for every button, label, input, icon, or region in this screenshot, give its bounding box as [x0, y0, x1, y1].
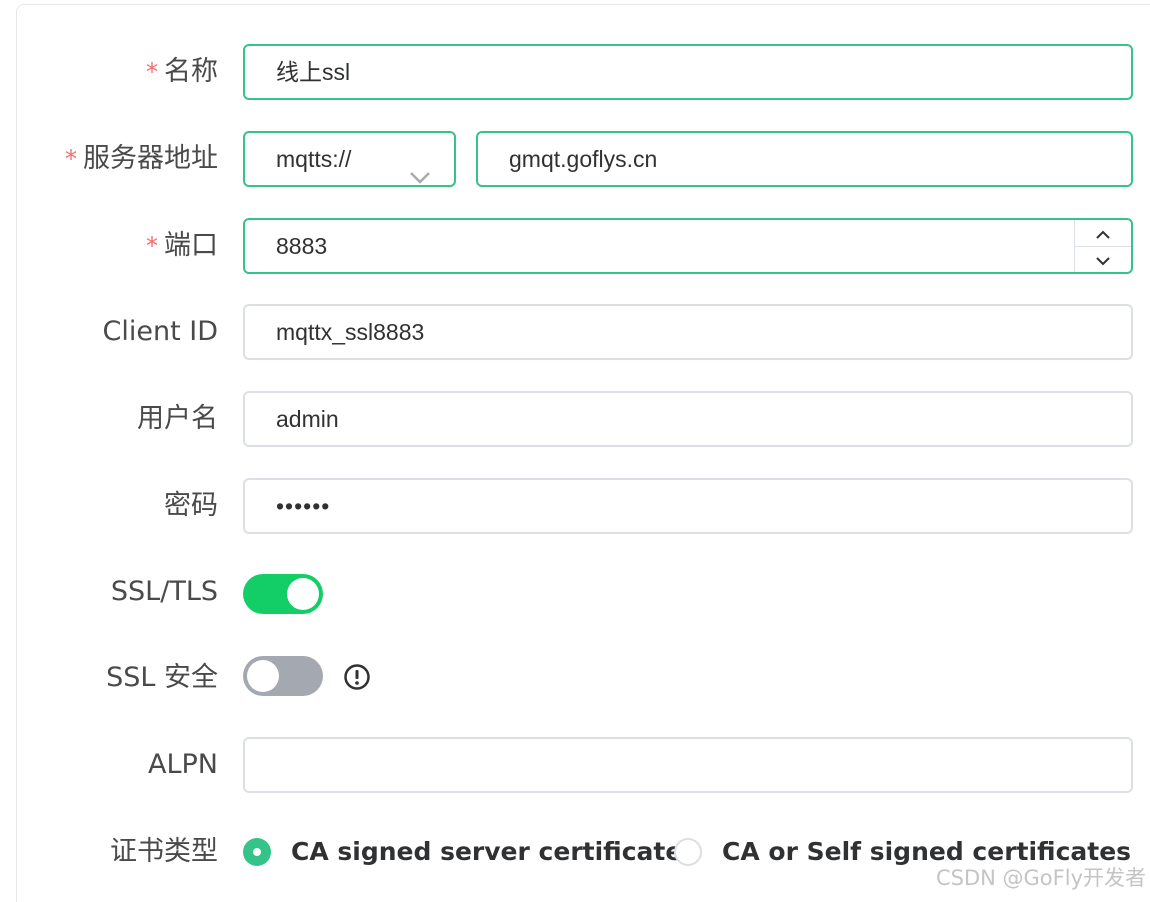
username-row: 用户名 admin: [0, 391, 1150, 447]
toggle-knob: [287, 578, 319, 610]
password-input[interactable]: ••••••: [243, 478, 1133, 534]
required-mark: *: [65, 145, 77, 173]
required-mark: *: [146, 232, 158, 260]
radio-ca-signed[interactable]: [243, 838, 271, 866]
step-down-button[interactable]: [1075, 246, 1131, 272]
password-row: 密码 ••••••: [0, 478, 1150, 534]
protocol-select-value: mqtts://: [276, 146, 351, 172]
username-label: 用户名: [0, 391, 218, 447]
name-row: *名称 线上ssl: [0, 44, 1150, 100]
name-input[interactable]: 线上ssl: [243, 44, 1133, 100]
password-label: 密码: [0, 478, 218, 534]
alpn-row: ALPN: [0, 737, 1150, 793]
ssl-secure-toggle[interactable]: [243, 656, 323, 696]
port-row: *端口 8883: [0, 218, 1150, 274]
protocol-select[interactable]: mqtts://: [243, 131, 456, 187]
username-input[interactable]: admin: [243, 391, 1133, 447]
watermark: CSDN @GoFly开发者: [936, 862, 1146, 892]
required-mark: *: [146, 58, 158, 86]
exclamation-circle-icon[interactable]: [343, 663, 371, 696]
toggle-knob: [247, 660, 279, 692]
host-label: *服务器地址: [0, 131, 218, 187]
client-id-label: Client ID: [0, 304, 218, 360]
ssl-secure-label: SSL 安全: [0, 650, 218, 706]
cert-type-label: 证书类型: [0, 824, 218, 880]
client-id-input[interactable]: mqttx_ssl8883: [243, 304, 1133, 360]
ssl-tls-toggle[interactable]: [243, 574, 323, 614]
client-id-row: Client ID mqttx_ssl8883: [0, 304, 1150, 360]
chevron-down-icon: [408, 151, 432, 203]
alpn-label: ALPN: [0, 737, 218, 793]
alpn-input[interactable]: [243, 737, 1133, 793]
quantity-stepper: [1074, 220, 1131, 272]
name-label: *名称: [0, 44, 218, 100]
radio-self-signed[interactable]: [674, 838, 702, 866]
ssl-tls-row: SSL/TLS: [0, 564, 1150, 620]
port-value: 8883: [276, 233, 327, 259]
radio-ca-signed-label[interactable]: CA signed server certificate: [291, 824, 682, 880]
ssl-tls-label: SSL/TLS: [0, 564, 218, 620]
port-label: *端口: [0, 218, 218, 274]
host-input[interactable]: gmqt.goflys.cn: [476, 131, 1133, 187]
host-row: *服务器地址 mqtts:// gmqt.goflys.cn: [0, 131, 1150, 187]
ssl-secure-row: SSL 安全: [0, 650, 1150, 706]
port-input[interactable]: 8883: [243, 218, 1133, 274]
chevron-down-icon: [1094, 233, 1112, 285]
